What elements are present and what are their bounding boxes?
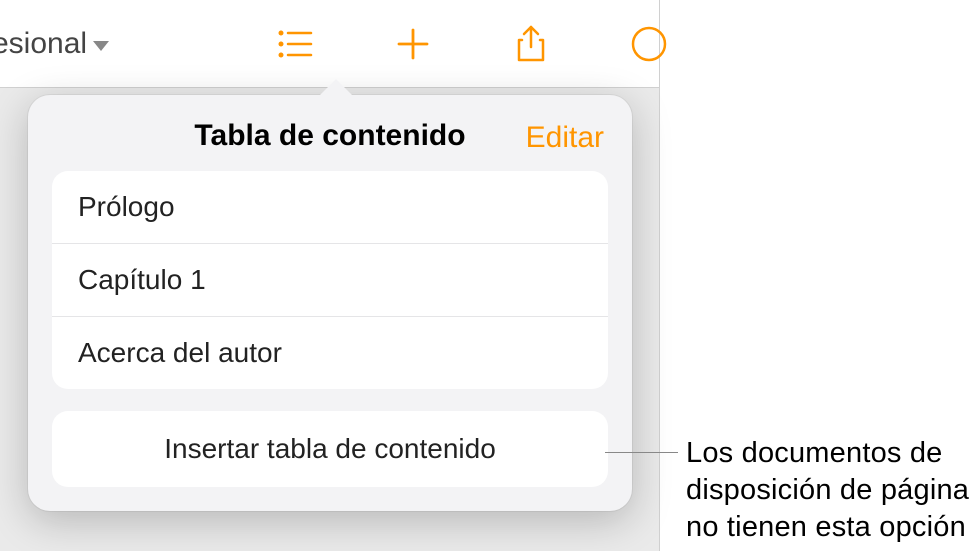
toolbar: esional <box>0 0 660 88</box>
toc-item[interactable]: Prólogo <box>52 171 608 244</box>
share-icon[interactable] <box>511 24 551 64</box>
toc-item[interactable]: Capítulo 1 <box>52 244 608 317</box>
edit-button[interactable]: Editar <box>526 121 604 155</box>
insert-toc-button[interactable]: Insertar tabla de contenido <box>52 411 608 487</box>
callout-text: Los documentos de disposición de página … <box>686 435 976 546</box>
popover-header: Tabla de contenido Editar <box>28 95 632 171</box>
toc-popover: Tabla de contenido Editar Prólogo Capítu… <box>28 95 632 511</box>
toc-item[interactable]: Acerca del autor <box>52 317 608 389</box>
toc-icon[interactable] <box>275 24 315 64</box>
chevron-down-icon <box>93 41 109 51</box>
toolbar-icon-group <box>275 24 645 64</box>
callout-leader-line <box>605 452 678 453</box>
document-title-dropdown[interactable]: esional <box>0 27 109 61</box>
clock-icon[interactable] <box>629 24 669 64</box>
document-title-text: esional <box>0 27 87 61</box>
add-icon[interactable] <box>393 24 433 64</box>
toc-list: Prólogo Capítulo 1 Acerca del autor <box>52 171 608 389</box>
